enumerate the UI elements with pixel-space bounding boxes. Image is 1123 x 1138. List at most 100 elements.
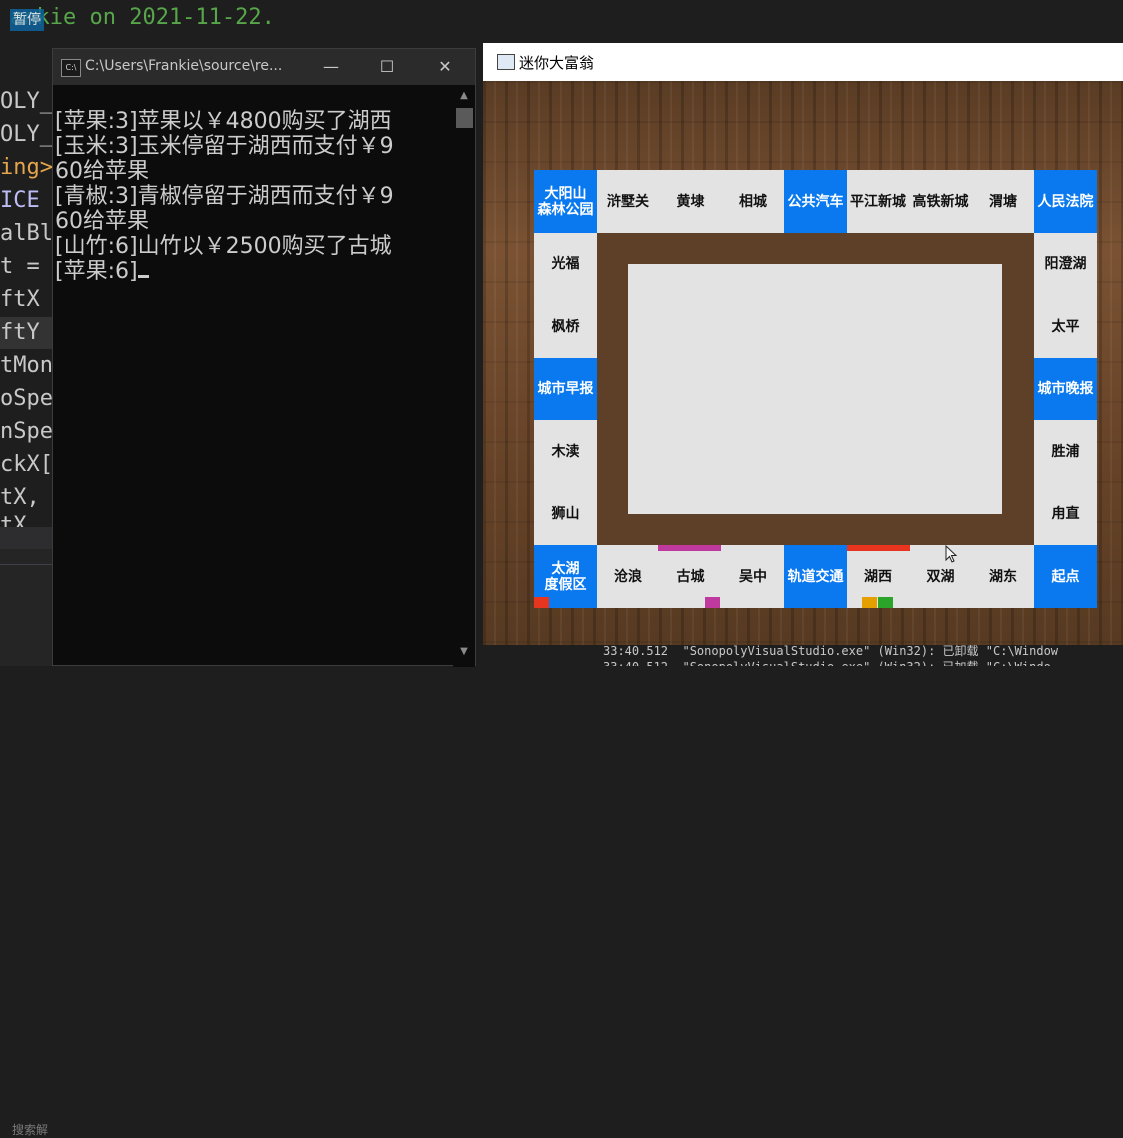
code-line: tX <box>0 513 27 527</box>
board-tile[interactable]: 相城 <box>721 170 785 233</box>
console-title: C:\Users\Frankie\source\re... <box>85 58 283 74</box>
tile-label: 平江新城 <box>850 193 906 210</box>
scroll-down-arrow-icon[interactable]: ▼ <box>457 645 471 659</box>
board-tile[interactable]: 枫桥 <box>534 295 597 358</box>
board-center-area <box>628 264 1002 514</box>
board-tile[interactable]: 公共汽车 <box>784 170 847 233</box>
board-tile[interactable]: 光福 <box>534 232 597 296</box>
tile-label: 胜浦 <box>1051 443 1080 460</box>
maximize-button[interactable]: ☐ <box>359 49 415 85</box>
tile-label: 湖东 <box>989 568 1017 585</box>
game-canvas[interactable]: 大阳山 森林公园 浒墅关 黄埭 相城 公共汽车 平江新城 高铁新城 渭塘 人民法院光福枫桥城市早… <box>483 81 1123 645</box>
console-output[interactable]: [苹果:3]苹果以￥4800购买了湖西 [玉米:3]玉米停留于湖西而支付￥9 6… <box>53 101 453 661</box>
console-titlebar[interactable]: C:\ C:\Users\Frankie\source\re... — ☐ ✕ <box>53 49 475 85</box>
tile-label: 阳澄湖 <box>1044 256 1087 272</box>
tile-label: 高铁新城 <box>912 193 969 210</box>
board-tile[interactable]: 狮山 <box>534 482 597 546</box>
console-line: 60给苹果 <box>55 209 149 234</box>
tile-label: 古城 <box>676 568 705 585</box>
game-title: 迷你大富翁 <box>519 54 595 72</box>
tile-label: 轨道交通 <box>787 568 844 585</box>
board-tile[interactable]: 大阳山 森林公园 <box>534 170 597 233</box>
game-titlebar[interactable]: 迷你大富翁 <box>483 43 1123 81</box>
board-tile[interactable]: 城市晚报 <box>1034 357 1097 421</box>
player-token <box>877 597 893 608</box>
ide-editor-header: ankie on 2021-11-22. <box>0 0 1123 40</box>
tile-label: 沧浪 <box>614 568 642 585</box>
minimize-button[interactable]: — <box>303 49 359 85</box>
tile-label: 城市晚报 <box>1037 381 1094 397</box>
board-tile[interactable]: 沧浪 <box>596 545 660 608</box>
tile-label: 浒墅关 <box>607 193 649 210</box>
console-prompt: [苹果:6] <box>55 259 138 284</box>
tile-label: 木渎 <box>551 443 580 460</box>
board-tile[interactable]: 太平 <box>1034 295 1097 358</box>
tile-label: 双湖 <box>926 568 955 585</box>
tile-label: 相城 <box>739 193 767 210</box>
board-tile[interactable]: 甪直 <box>1034 482 1097 546</box>
pause-badge[interactable]: 暂停 <box>10 9 44 31</box>
console-scrollbar[interactable] <box>453 97 475 667</box>
close-button[interactable]: ✕ <box>417 49 473 85</box>
board-tile[interactable]: 轨道交通 <box>784 545 847 608</box>
console-line: 60给苹果 <box>55 159 149 184</box>
board-tile[interactable]: 浒墅关 <box>596 170 660 233</box>
scroll-thumb[interactable] <box>456 108 473 128</box>
code-line: oSpe <box>0 386 53 411</box>
console-line: [苹果:3]苹果以￥4800购买了湖西 <box>55 109 392 134</box>
board-tile[interactable]: 吴中 <box>721 545 785 608</box>
board-tile[interactable]: 高铁新城 <box>909 170 972 233</box>
text-cursor <box>137 275 149 278</box>
ownership-bar <box>658 545 721 551</box>
code-line: ICE <box>0 188 40 213</box>
tile-label: 枫桥 <box>551 318 580 335</box>
game-window[interactable]: 迷你大富翁 大阳山 森林公园 浒墅关 黄埭 相城 公共汽车 平江新城 高铁新城 渭塘 人民法院光… <box>483 43 1123 645</box>
tile-label: 公共汽车 <box>787 193 844 210</box>
player-token <box>861 597 877 608</box>
console-window[interactable]: C:\ C:\Users\Frankie\source\re... — ☐ ✕ … <box>52 48 476 667</box>
board-tile[interactable]: 城市早报 <box>534 357 597 421</box>
board-tile[interactable]: 阳澄湖 <box>1034 232 1097 296</box>
board-tile[interactable]: 渭塘 <box>971 170 1035 233</box>
tile-label: 湖西 <box>864 568 892 585</box>
board-tile[interactable]: 胜浦 <box>1034 420 1097 483</box>
tile-label: 光福 <box>551 256 580 272</box>
console-line: [青椒:3]青椒停留于湖西而支付￥9 <box>55 184 394 209</box>
code-line: ckX[ <box>0 452 53 477</box>
tile-label: 太平 <box>1051 318 1080 335</box>
console-app-icon: C:\ <box>61 59 81 77</box>
tile-label: 狮山 <box>551 506 580 522</box>
code-line: ftX <box>0 287 40 312</box>
tile-label: 人民法院 <box>1037 193 1094 210</box>
solution-explorer-panel: 搜索解 <box>0 527 52 1137</box>
tile-label: 大阳山 森林公园 <box>537 185 594 218</box>
code-line: ing> <box>0 155 53 180</box>
search-solution-label[interactable]: 搜索解 <box>12 1121 48 1138</box>
divider <box>0 564 52 565</box>
console-line-prompt: [苹果:6] <box>55 259 149 284</box>
board-tile[interactable]: 起点 <box>1034 545 1097 608</box>
scroll-up-arrow-icon[interactable]: ▲ <box>457 89 471 103</box>
tile-label: 渭塘 <box>989 193 1017 210</box>
console-line: [玉米:3]玉米停留于湖西而支付￥9 <box>55 134 394 159</box>
game-board[interactable]: 大阳山 森林公园 浒墅关 黄埭 相城 公共汽车 平江新城 高铁新城 渭塘 人民法院光福枫桥城市早… <box>534 170 1097 608</box>
board-tile[interactable]: 双湖 <box>909 545 972 608</box>
board-tile[interactable]: 黄埭 <box>659 170 722 233</box>
board-tile[interactable]: 湖东 <box>971 545 1035 608</box>
code-comment: ankie on 2021-11-22. <box>10 5 275 30</box>
code-line: nSpe <box>0 419 53 444</box>
window-icon <box>497 54 515 70</box>
code-line: alBl <box>0 221 53 246</box>
output-line: 33:40.512 "SonopolyVisualStudio.exe" (Wi… <box>603 658 1051 666</box>
tile-label: 城市早报 <box>537 381 594 397</box>
ownership-bar <box>846 545 910 551</box>
mouse-cursor-icon <box>945 545 958 563</box>
board-tile[interactable]: 木渎 <box>534 420 597 483</box>
console-line: [山竹:6]山竹以￥2500购买了古城 <box>55 234 392 259</box>
tile-label: 起点 <box>1051 568 1080 585</box>
code-line: t = <box>0 254 40 279</box>
board-tile[interactable]: 人民法院 <box>1034 170 1097 233</box>
code-line: ftY <box>0 320 40 345</box>
board-tile[interactable]: 平江新城 <box>846 170 910 233</box>
code-line: OLY_ <box>0 122 53 147</box>
